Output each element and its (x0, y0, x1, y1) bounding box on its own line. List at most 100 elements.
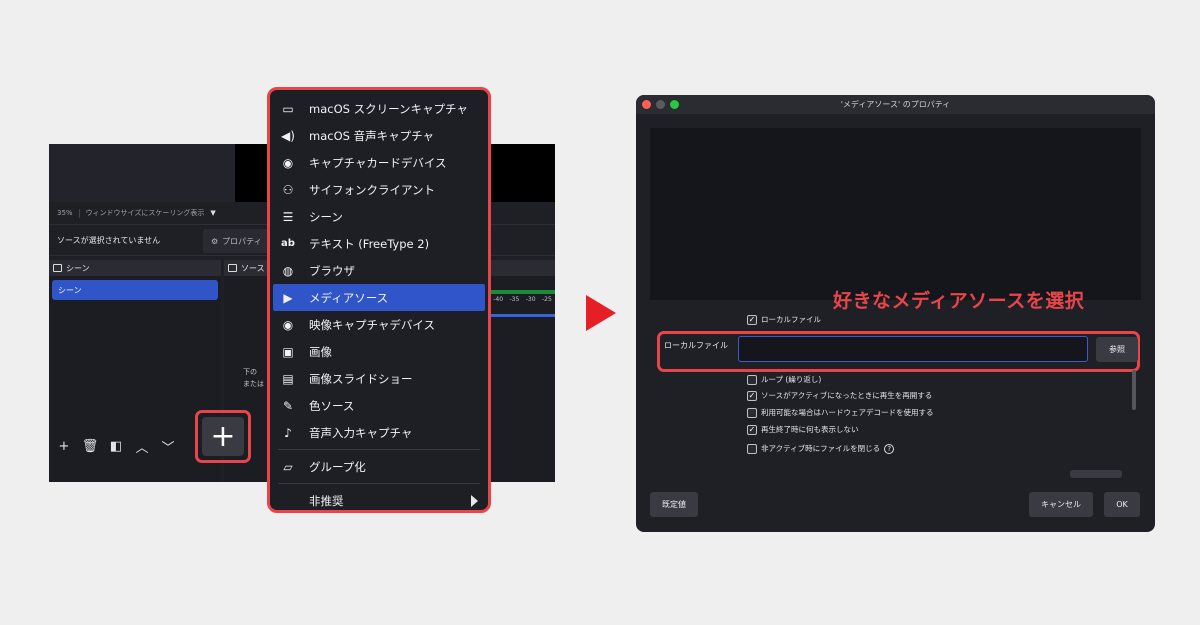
menu-item-label: 音声入力キャプチャ (309, 425, 413, 440)
menu-item-text[interactable]: ab テキスト (FreeType 2) (270, 230, 488, 257)
scene-list-item[interactable]: シーン (52, 280, 218, 300)
submenu-arrow-icon (471, 495, 478, 507)
menu-item-audio-input[interactable]: ♪ 音声入力キャプチャ (270, 419, 488, 446)
menu-divider (278, 483, 480, 484)
menu-item-media-source[interactable]: ▶ メディアソース (273, 284, 485, 311)
close-when-inactive-checkbox-row[interactable]: 非アクティブ時にファイルを閉じる ? (747, 443, 895, 454)
dock-icon (228, 264, 237, 272)
camera-icon: ◉ (282, 155, 294, 170)
menu-item-browser[interactable]: ◍ ブラウザ (270, 257, 488, 284)
tick-label: -35 (509, 296, 520, 303)
checkbox-label: ループ (繰り返し) (761, 375, 822, 384)
ok-button[interactable]: OK (1104, 492, 1140, 517)
zoom-level: 35% (57, 209, 73, 217)
tick-label: -30 (525, 296, 536, 303)
menu-item-scene[interactable]: ☰ シーン (270, 203, 488, 230)
properties-button[interactable]: ⚙ プロパティ (203, 229, 270, 253)
arrow-right-icon (586, 295, 616, 331)
checkbox-unchecked[interactable] (747, 407, 757, 418)
checkbox-label: 利用可能な場合はハードウェアデコードを使用する (761, 408, 934, 417)
volume-slider[interactable] (490, 314, 555, 317)
menu-item-label: macOS スクリーンキャプチャ (309, 101, 468, 116)
menu-item-label: ブラウザ (309, 263, 355, 278)
globe-icon: ◍ (282, 263, 294, 278)
menu-item-video-capture[interactable]: ◉ 映像キャプチャデバイス (270, 311, 488, 338)
image-icon: ▣ (282, 344, 294, 359)
menu-item-label: 画像 (309, 344, 332, 359)
menu-item-label: テキスト (FreeType 2) (309, 236, 430, 251)
menu-item-label: シーン (309, 209, 343, 224)
up-icon[interactable]: ︿ (133, 437, 151, 456)
info-icon[interactable]: ? (884, 443, 895, 454)
menu-item-macos-audio-capture[interactable]: ◀) macOS 音声キャプチャ (270, 122, 488, 149)
hint-line: または (243, 380, 264, 388)
gamepad-icon: ⚇ (282, 182, 294, 197)
local-file-label: ローカルファイル (664, 341, 728, 350)
menu-item-image[interactable]: ▣ 画像 (270, 338, 488, 365)
show-nothing-on-end-checkbox-row[interactable]: ✓ 再生終了時に何も表示しない (747, 424, 859, 435)
plus-icon[interactable]: + (55, 439, 73, 454)
menu-item-deprecated[interactable]: 非推奨 (270, 487, 488, 514)
menu-item-color-source[interactable]: ✎ 色ソース (270, 392, 488, 419)
menu-item-syphon-client[interactable]: ⚇ サイフォンクライアント (270, 176, 488, 203)
cancel-button[interactable]: キャンセル (1029, 492, 1093, 517)
filter-icon[interactable]: ◧ (107, 439, 125, 454)
empty-sources-hint: 下の または (243, 366, 264, 390)
play-icon: ▶ (283, 290, 293, 305)
defaults-button[interactable]: 既定値 (650, 492, 698, 517)
menu-item-label: 画像スライドショー (309, 371, 413, 386)
annotation-caption: 好きなメディアソースを選択 (833, 290, 1085, 312)
menu-item-group[interactable]: ▱ グループ化 (270, 453, 488, 480)
restart-on-active-checkbox-row[interactable]: ✓ ソースがアクティブになったときに再生を再開する (747, 390, 932, 401)
menu-item-label: 非推奨 (309, 493, 344, 508)
volume-meter (490, 290, 555, 294)
no-source-text: ソースが選択されていません (57, 235, 161, 245)
checkbox-unchecked[interactable] (747, 374, 757, 385)
menu-item-label: 映像キャプチャデバイス (309, 317, 436, 332)
add-source-button-highlight: + (195, 410, 251, 463)
checkbox-label: ソースがアクティブになったときに再生を再開する (761, 391, 933, 400)
local-file-checkbox-row[interactable]: ✓ ローカルファイル (747, 314, 821, 325)
local-file-input[interactable] (738, 336, 1088, 362)
hardware-decode-checkbox-row[interactable]: 利用可能な場合はハードウェアデコードを使用する (747, 407, 934, 418)
meter-ticks: -40 -35 -30 -25 (490, 296, 555, 303)
checkbox-checked[interactable]: ✓ (747, 424, 757, 435)
scrollbar[interactable] (1132, 370, 1136, 410)
trash-icon[interactable]: 🗑 (81, 439, 99, 454)
checkbox-label: 非アクティブ時にファイルを閉じる (761, 444, 881, 453)
menu-item-label: サイフォンクライアント (309, 182, 436, 197)
checkbox-label: 再生終了時に何も表示しない (761, 425, 859, 434)
add-source-button[interactable]: + (202, 417, 244, 456)
checkbox-checked[interactable]: ✓ (747, 390, 757, 401)
audio-mixer: -40 -35 -30 -25 (490, 260, 555, 482)
tick-label: -25 (541, 296, 552, 303)
brush-icon: ✎ (282, 398, 294, 413)
camera-icon: ◉ (282, 317, 294, 332)
close-window-button[interactable] (642, 100, 651, 109)
menu-item-label: キャプチャカードデバイス (309, 155, 447, 170)
dialog-title: 'メディアソース' のプロパティ (840, 100, 951, 109)
scale-mode[interactable]: ウィンドウサイズにスケーリング表示 (86, 208, 205, 218)
minimize-window-button[interactable] (656, 100, 665, 109)
checkbox-checked[interactable]: ✓ (747, 314, 757, 325)
zoom-window-button[interactable] (670, 100, 679, 109)
menu-item-capture-card[interactable]: ◉ キャプチャカードデバイス (270, 149, 488, 176)
speaker-icon: ◀) (281, 128, 295, 143)
scenes-toolbar: + 🗑 ◧ ︿ ﹀ (49, 432, 219, 460)
tick-label: -40 (493, 296, 504, 303)
menu-divider (278, 449, 480, 450)
loop-checkbox-row[interactable]: ループ (繰り返し) (747, 374, 821, 385)
chevron-down-icon[interactable]: ▼ (210, 209, 215, 217)
menu-item-label: メディアソース (309, 290, 389, 305)
browse-button[interactable]: 参照 (1096, 337, 1138, 362)
checkbox-unchecked[interactable] (747, 443, 757, 454)
menu-item-macos-screen-capture[interactable]: ▭ macOS スクリーンキャプチャ (270, 95, 488, 122)
microphone-icon: ♪ (284, 425, 292, 440)
mixer-header (490, 260, 555, 276)
folder-icon: ▱ (283, 459, 293, 474)
down-icon[interactable]: ﹀ (159, 437, 177, 456)
menu-item-image-slideshow[interactable]: ▤ 画像スライドショー (270, 365, 488, 392)
partially-visible-control (1070, 470, 1122, 478)
scenes-dock-header: シーン (49, 260, 221, 276)
list-icon: ☰ (282, 209, 294, 224)
